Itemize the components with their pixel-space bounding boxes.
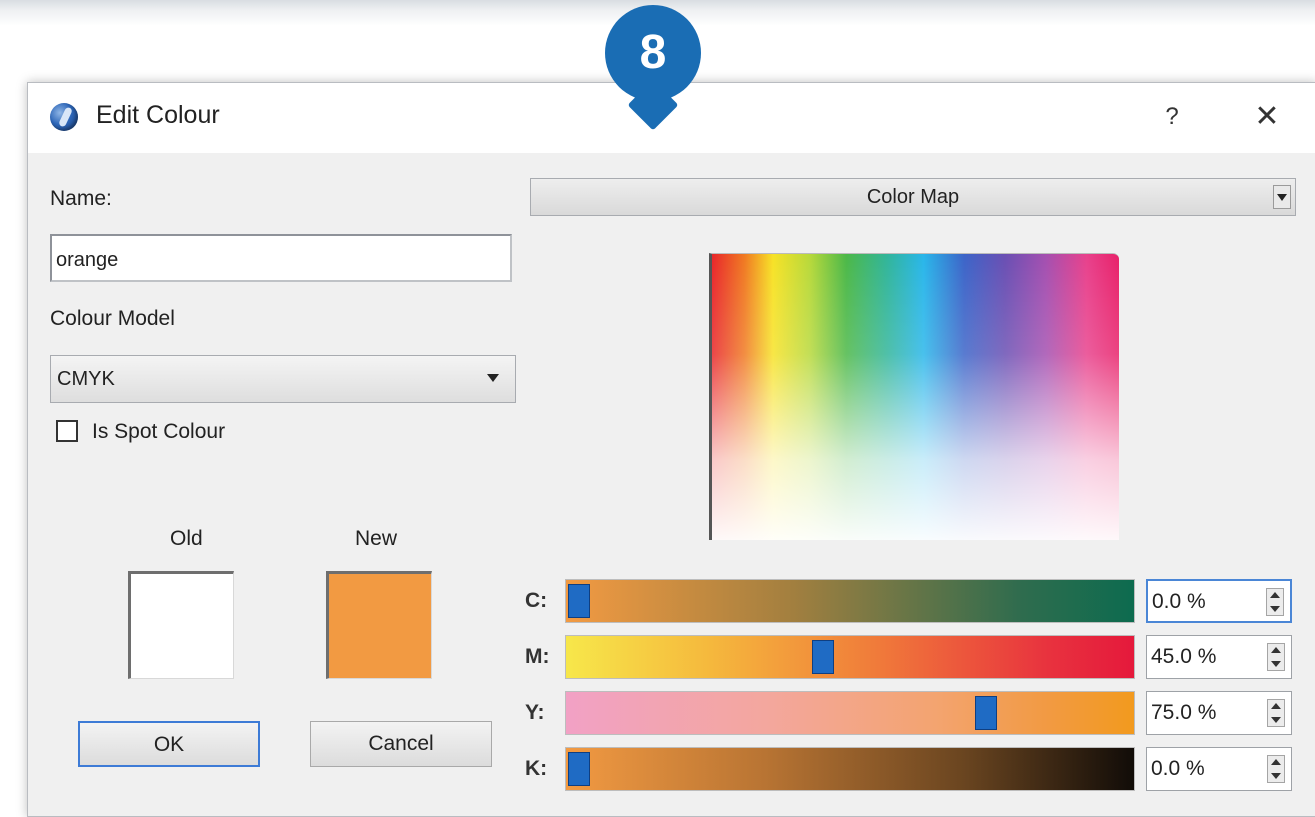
new-colour-swatch — [326, 571, 432, 679]
name-input[interactable]: orange — [50, 234, 512, 282]
channel-label-c: C: — [525, 589, 548, 612]
spin-arrows-icon[interactable] — [1267, 643, 1285, 671]
spin-arrows-icon[interactable] — [1266, 588, 1284, 616]
channel-label-k: K: — [525, 757, 548, 780]
app-logo-icon — [50, 103, 78, 131]
spot-colour-label[interactable]: Is Spot Colour — [92, 420, 225, 444]
spinbox-value-k[interactable]: 0.0 % — [1151, 748, 1205, 790]
edit-colour-dialog: Edit Colour ? ✕ Name: orange Colour Mode… — [27, 82, 1315, 817]
slider-c[interactable] — [565, 579, 1135, 623]
colour-model-select[interactable]: CMYK — [50, 355, 516, 403]
help-button[interactable]: ? — [1152, 97, 1192, 137]
spinbox-value-c[interactable]: 0.0 % — [1152, 581, 1206, 623]
slider-y[interactable] — [565, 691, 1135, 735]
spinbox-m[interactable]: 45.0 % — [1146, 635, 1292, 679]
spinbox-value-y[interactable]: 75.0 % — [1151, 692, 1216, 734]
slider-handle-k[interactable] — [568, 752, 590, 786]
channel-label-y: Y: — [525, 701, 545, 724]
color-map-value: Color Map — [866, 186, 960, 208]
name-label: Name: — [50, 187, 112, 210]
color-map-select[interactable]: Color Map — [530, 178, 1296, 216]
close-icon[interactable]: ✕ — [1244, 95, 1290, 139]
chevron-down-icon — [487, 374, 499, 382]
channel-label-m: M: — [525, 645, 550, 668]
colour-model-value: CMYK — [57, 368, 115, 390]
spin-arrows-icon[interactable] — [1267, 699, 1285, 727]
step-number: 8 — [639, 26, 667, 79]
spin-arrows-icon[interactable] — [1267, 755, 1285, 783]
slider-handle-c[interactable] — [568, 584, 590, 618]
spinbox-c[interactable]: 0.0 % — [1146, 579, 1292, 623]
old-colour-swatch — [128, 571, 234, 679]
slider-k[interactable] — [565, 747, 1135, 791]
step-callout-marker: 8 — [605, 5, 701, 101]
colour-model-label: Colour Model — [50, 307, 175, 330]
slider-handle-y[interactable] — [974, 696, 997, 730]
old-label: Old — [170, 527, 203, 550]
spinbox-value-m[interactable]: 45.0 % — [1151, 636, 1216, 678]
slider-handle-m[interactable] — [811, 640, 834, 674]
slider-m[interactable] — [565, 635, 1135, 679]
ok-button[interactable]: OK — [78, 721, 260, 767]
dialog-title: Edit Colour — [96, 101, 220, 129]
cancel-button[interactable]: Cancel — [310, 721, 492, 767]
spot-colour-checkbox[interactable] — [56, 420, 78, 442]
spinbox-k[interactable]: 0.0 % — [1146, 747, 1292, 791]
chevron-down-icon — [1273, 185, 1291, 209]
new-label: New — [355, 527, 398, 550]
color-map-canvas[interactable] — [709, 253, 1119, 540]
spinbox-y[interactable]: 75.0 % — [1146, 691, 1292, 735]
